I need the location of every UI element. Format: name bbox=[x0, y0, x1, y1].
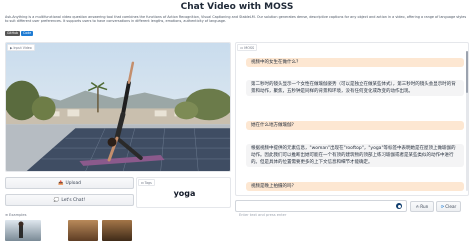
chat-message-bot: 根据视频中提供的元素信息，"woman"出现在"rooftop"，"yoga"等… bbox=[246, 144, 464, 167]
example-thumbnail[interactable] bbox=[5, 220, 41, 241]
github-badge[interactable]: GitHub bbox=[5, 31, 21, 36]
moss-label: ▭ MOSS bbox=[237, 44, 258, 51]
chat-bubble-icon: ▭ bbox=[240, 45, 244, 50]
tags-label-text: Tags bbox=[144, 180, 152, 185]
input-video-label: ▶ Input Video bbox=[7, 44, 35, 51]
chat-button[interactable]: 💭 Let's Chat! bbox=[5, 194, 134, 206]
clear-button[interactable]: ⟳ Clear bbox=[436, 201, 461, 212]
run-icon: ✍ bbox=[415, 204, 420, 209]
app-description: Ask-Anything is a multifunctional video … bbox=[5, 15, 467, 24]
video-player[interactable]: ▶ Input Video bbox=[5, 42, 231, 172]
run-button[interactable]: ✍ Run bbox=[410, 201, 434, 212]
tags-value: yoga bbox=[173, 189, 196, 198]
chat-message-user: 视频是晚上拍摄的吗？ bbox=[246, 182, 464, 191]
code-badge[interactable]: Code bbox=[21, 31, 34, 36]
chat-scrollbar-thumb[interactable] bbox=[465, 51, 468, 93]
chatbot-panel[interactable]: ▭ MOSS 视频中的女生在做什么？ 第二秒时的镜头显示一个女性在做瑜伽姿势（可… bbox=[235, 42, 469, 196]
input-video-label-text: Input Video bbox=[13, 45, 32, 50]
page-title: Chat Video with MOSS bbox=[180, 2, 294, 12]
chat-message-user: 视频中的女生在做什么？ bbox=[246, 58, 464, 67]
badge-group[interactable]: GitHub Code bbox=[5, 31, 34, 36]
moss-label-text: MOSS bbox=[244, 45, 255, 50]
chat-message-bot: 第二秒时的镜头显示一个女性在做瑜伽姿势（可以是独立在做某些体式），第三秒时的镜头… bbox=[246, 80, 464, 96]
chat-input[interactable] bbox=[236, 210, 406, 220]
example-thumbnail[interactable] bbox=[102, 220, 132, 241]
tags-output: ⊡ Tags yoga bbox=[136, 177, 231, 208]
chat-button-label: Let's Chat! bbox=[61, 197, 86, 203]
record-icon[interactable] bbox=[396, 203, 402, 209]
tag-icon: ⊡ bbox=[141, 180, 144, 185]
video-frame-image bbox=[6, 43, 230, 171]
examples-icon: ≡ bbox=[5, 213, 9, 217]
tags-label: ⊡ Tags bbox=[138, 179, 155, 186]
run-button-label: Run bbox=[420, 204, 429, 209]
examples-label: ≡ Examples bbox=[5, 213, 26, 217]
chat-message-user: 她在什么地方做瑜伽? bbox=[246, 121, 464, 130]
example-thumbnail-image bbox=[18, 221, 24, 238]
upload-icon: 📤 bbox=[58, 180, 64, 186]
chat-icon: 💭 bbox=[53, 197, 60, 203]
video-icon: ▶ bbox=[10, 45, 13, 50]
upload-button[interactable]: 📤 Upload bbox=[5, 177, 134, 189]
clear-icon: ⟳ bbox=[440, 204, 445, 209]
chat-input-container[interactable] bbox=[235, 200, 407, 220]
upload-button-label: Upload bbox=[65, 180, 81, 186]
example-thumbnail[interactable] bbox=[68, 220, 98, 241]
examples-label-text: Examples bbox=[9, 213, 27, 217]
clear-button-label: Clear bbox=[445, 204, 457, 209]
